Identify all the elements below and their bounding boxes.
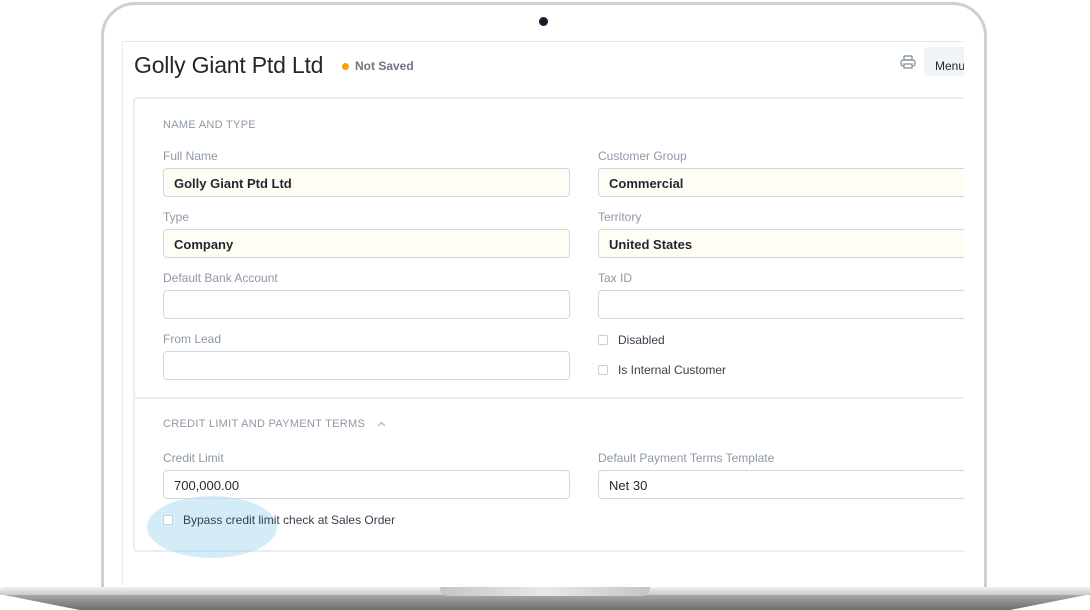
from-lead-label: From Lead xyxy=(163,332,222,346)
tax-id-input[interactable] xyxy=(598,290,964,319)
bypass-credit-limit-label: Bypass credit limit check at Sales Order xyxy=(183,513,396,527)
full-name-input[interactable]: Golly Giant Ptd Ltd xyxy=(163,168,570,197)
type-select[interactable]: Company xyxy=(163,229,570,258)
disabled-label: Disabled xyxy=(618,333,665,347)
customer-group-input[interactable]: Commercial xyxy=(598,168,964,197)
bypass-credit-limit-checkbox[interactable] xyxy=(163,515,173,525)
bypass-credit-limit-checkbox-row[interactable]: Bypass credit limit check at Sales Order xyxy=(163,513,395,527)
tax-id-label: Tax ID xyxy=(598,271,633,285)
payment-terms-input[interactable]: Net 30 xyxy=(598,470,964,499)
credit-limit-input[interactable]: 700,000.00 xyxy=(163,470,570,499)
internal-customer-checkbox[interactable] xyxy=(598,365,608,375)
section-heading-name-and-type: NAME AND TYPE xyxy=(163,119,256,131)
internal-customer-checkbox-row[interactable]: Is Internal Customer xyxy=(598,363,726,377)
laptop-base xyxy=(0,587,1090,610)
disabled-checkbox-row[interactable]: Disabled xyxy=(598,333,665,347)
customer-form: NAME AND TYPE Full Name Golly Giant Ptd … xyxy=(133,97,964,558)
printer-icon[interactable] xyxy=(900,55,916,69)
page-title: Golly Giant Ptd Ltd xyxy=(134,52,324,78)
internal-customer-label: Is Internal Customer xyxy=(618,363,727,377)
menu-button[interactable]: Menu xyxy=(924,47,964,76)
chevron-up-icon[interactable] xyxy=(377,421,386,427)
default-bank-account-input[interactable] xyxy=(163,290,570,319)
territory-input[interactable]: United States xyxy=(598,229,964,258)
credit-limit-label: Credit Limit xyxy=(163,451,224,465)
from-lead-input[interactable] xyxy=(163,351,570,380)
status-dot-icon xyxy=(342,62,349,70)
type-label: Type xyxy=(163,210,190,224)
camera-icon xyxy=(539,17,548,26)
status-indicator: Not Saved xyxy=(342,59,414,73)
territory-label: Territory xyxy=(598,210,642,224)
credit-limit-highlight xyxy=(147,496,277,558)
payment-terms-label: Default Payment Terms Template xyxy=(598,451,775,465)
customer-group-label: Customer Group xyxy=(598,149,687,163)
disabled-checkbox[interactable] xyxy=(598,335,608,345)
full-name-label: Full Name xyxy=(163,149,218,163)
status-text: Not Saved xyxy=(355,59,414,73)
section-divider xyxy=(135,397,964,399)
laptop-base-bottom xyxy=(4,595,1086,610)
default-bank-account-label: Default Bank Account xyxy=(163,271,278,285)
laptop-notch xyxy=(440,587,650,596)
section-heading-credit-limit[interactable]: CREDIT LIMIT AND PAYMENT TERMS xyxy=(163,418,386,430)
page-header: Golly Giant Ptd Ltd Not Saved Menu xyxy=(123,42,964,97)
credit-limit-section-title: CREDIT LIMIT AND PAYMENT TERMS xyxy=(163,418,366,430)
screen: Golly Giant Ptd Ltd Not Saved Menu NAME … xyxy=(122,41,964,586)
